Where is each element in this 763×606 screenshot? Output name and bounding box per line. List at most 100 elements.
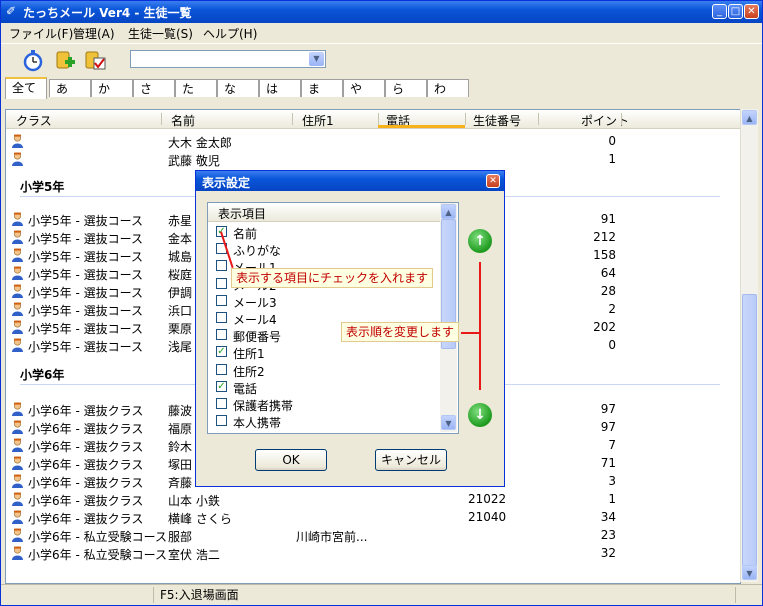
cell-class: 小学6年 - 選抜クラス [28,440,144,454]
student-icon [12,474,23,488]
checkbox-unchecked[interactable] [216,312,227,323]
order-callout: 表示順を変更します [341,322,460,342]
checkbox-checked[interactable]: ✓ [216,346,227,358]
cell-name: 桜庭 [168,268,193,282]
cell-class: 小学6年 - 私立受験コース [28,530,167,544]
col-separator[interactable] [292,113,293,125]
checkbox-unchecked[interactable] [216,277,227,289]
table-row[interactable]: 武藤 敬児 1 [6,150,740,168]
cell-class: 小学5年 - 選抜コース [28,340,143,354]
scroll-down-icon[interactable]: ▼ [742,565,757,580]
dialog-scroll-up-icon[interactable]: ▲ [441,204,456,219]
checkbox-checked[interactable]: ✓ [216,380,227,392]
col-address[interactable]: 住所1 [302,112,334,129]
col-separator[interactable] [538,113,539,125]
display-item-label: メール3 [233,295,277,310]
checkbox-unchecked[interactable] [216,260,227,272]
maximize-button[interactable]: □ [728,4,743,19]
display-item-label: ふりがな [233,244,282,259]
cell-student-number: 21022 [468,492,507,506]
check-callout: 表示する項目にチェックを入れます [231,268,434,288]
menu-manage[interactable]: 管理(A) [73,25,115,42]
table-row[interactable]: 小学6年 - 選抜クラス 山本 小鉄 21022 1 [6,490,740,508]
tab-na[interactable]: な [217,79,259,97]
tab-ha[interactable]: は [259,79,301,97]
student-icon [12,456,23,470]
student-icon [12,134,23,148]
tab-ma[interactable]: ま [301,79,343,97]
cell-class: 小学6年 - 選抜クラス [28,494,144,508]
cell-class: 小学5年 - 選抜コース [28,268,143,282]
move-up-button[interactable]: ↑ [468,229,492,253]
menu-students[interactable]: 生徒一覧(S) [128,25,193,42]
checkbox-unchecked[interactable] [216,294,227,306]
scroll-up-icon[interactable]: ▲ [742,110,757,125]
tab-wa[interactable]: わ [427,79,469,97]
table-row[interactable]: 小学6年 - 私立受験コース 室伏 浩二 32 [6,544,740,562]
cell-points: 34 [600,510,616,524]
student-icon [12,492,23,506]
scroll-thumb[interactable] [742,294,757,566]
cell-points: 212 [593,230,616,244]
cell-points: 7 [608,438,616,452]
tab-ya[interactable]: や [343,79,385,97]
cell-name: 福原 [168,422,193,436]
checkbox-unchecked[interactable] [216,398,227,409]
tab-all[interactable]: 全て [5,77,47,99]
col-student-number[interactable]: 生徒番号 [473,112,521,129]
cell-class: 小学5年 - 選抜コース [28,214,143,228]
group-header-5: 小学5年 [20,180,65,194]
tab-ka[interactable]: か [91,79,133,97]
dialog-title-bar[interactable]: 表示設定 ✕ [196,171,504,191]
close-button[interactable]: ✕ [744,4,759,19]
display-items-header-label: 表示項目 [218,207,267,221]
tab-ra[interactable]: ら [385,79,427,97]
dialog-scrollbar[interactable]: ▲ ▼ [440,203,457,432]
col-class[interactable]: クラス [16,112,52,129]
stopwatch-icon[interactable] [21,48,45,72]
col-separator[interactable] [621,113,622,125]
col-separator[interactable] [465,113,466,125]
cell-name: 金本 [168,232,193,246]
minimize-button[interactable]: _ [712,4,727,19]
cell-points: 97 [600,402,616,416]
cell-name: 服部 [168,530,193,544]
tab-ta[interactable]: た [175,79,217,97]
add-student-icon[interactable] [53,48,77,72]
tab-sa[interactable]: さ [133,79,175,97]
cell-name: 浅尾 [168,340,193,354]
index-tabs: 全て あ か さ た な は ま や ら わ [1,77,762,99]
checkbox-unchecked[interactable] [216,415,227,427]
move-down-button[interactable]: ↓ [468,403,492,427]
student-icon [12,266,23,280]
display-items-list: 表示項目 ✓名前ふりがなメール1メール2メール3メール4郵便番号✓住所1住所2✓… [207,202,459,434]
cancel-button[interactable]: キャンセル [375,449,447,471]
chevron-down-icon[interactable]: ▼ [309,52,324,66]
ok-button[interactable]: OK [255,449,327,471]
table-row[interactable]: 大木 金太郎 0 [6,132,740,150]
student-icon [12,320,23,334]
vertical-scrollbar[interactable]: ▲ ▼ [740,109,758,582]
checkbox-unchecked[interactable] [216,363,227,375]
cell-name: 武藤 敬児 [168,154,220,168]
cell-name: 鈴木 [168,440,193,454]
status-cell-empty [5,587,154,603]
col-separator[interactable] [378,113,379,125]
check-student-icon[interactable] [83,48,107,72]
cell-name: 栗原 [168,322,193,336]
table-row[interactable]: 小学6年 - 私立受験コース 服部 川崎市宮前... 23 [6,526,740,544]
window-title: たっちメール Ver4 - 生徒一覧 [23,6,192,20]
cell-class: 小学5年 - 選抜コース [28,286,143,300]
dialog-close-button[interactable]: ✕ [486,174,500,188]
table-row[interactable]: 小学6年 - 選抜クラス 横峰 さくら 21040 34 [6,508,740,526]
col-separator[interactable] [161,113,162,125]
menu-help[interactable]: ヘルプ(H) [203,25,257,42]
cell-points: 71 [600,456,616,470]
menu-file[interactable]: ファイル(F) [9,25,73,42]
col-name[interactable]: 名前 [171,112,195,129]
title-bar[interactable]: ✐ たっちメール Ver4 - 生徒一覧 _ □ ✕ [1,1,762,23]
tab-a[interactable]: あ [49,79,91,97]
checkbox-unchecked[interactable] [216,329,227,341]
filter-combo[interactable]: ▼ [130,50,326,68]
dialog-scroll-down-icon[interactable]: ▼ [441,415,456,430]
